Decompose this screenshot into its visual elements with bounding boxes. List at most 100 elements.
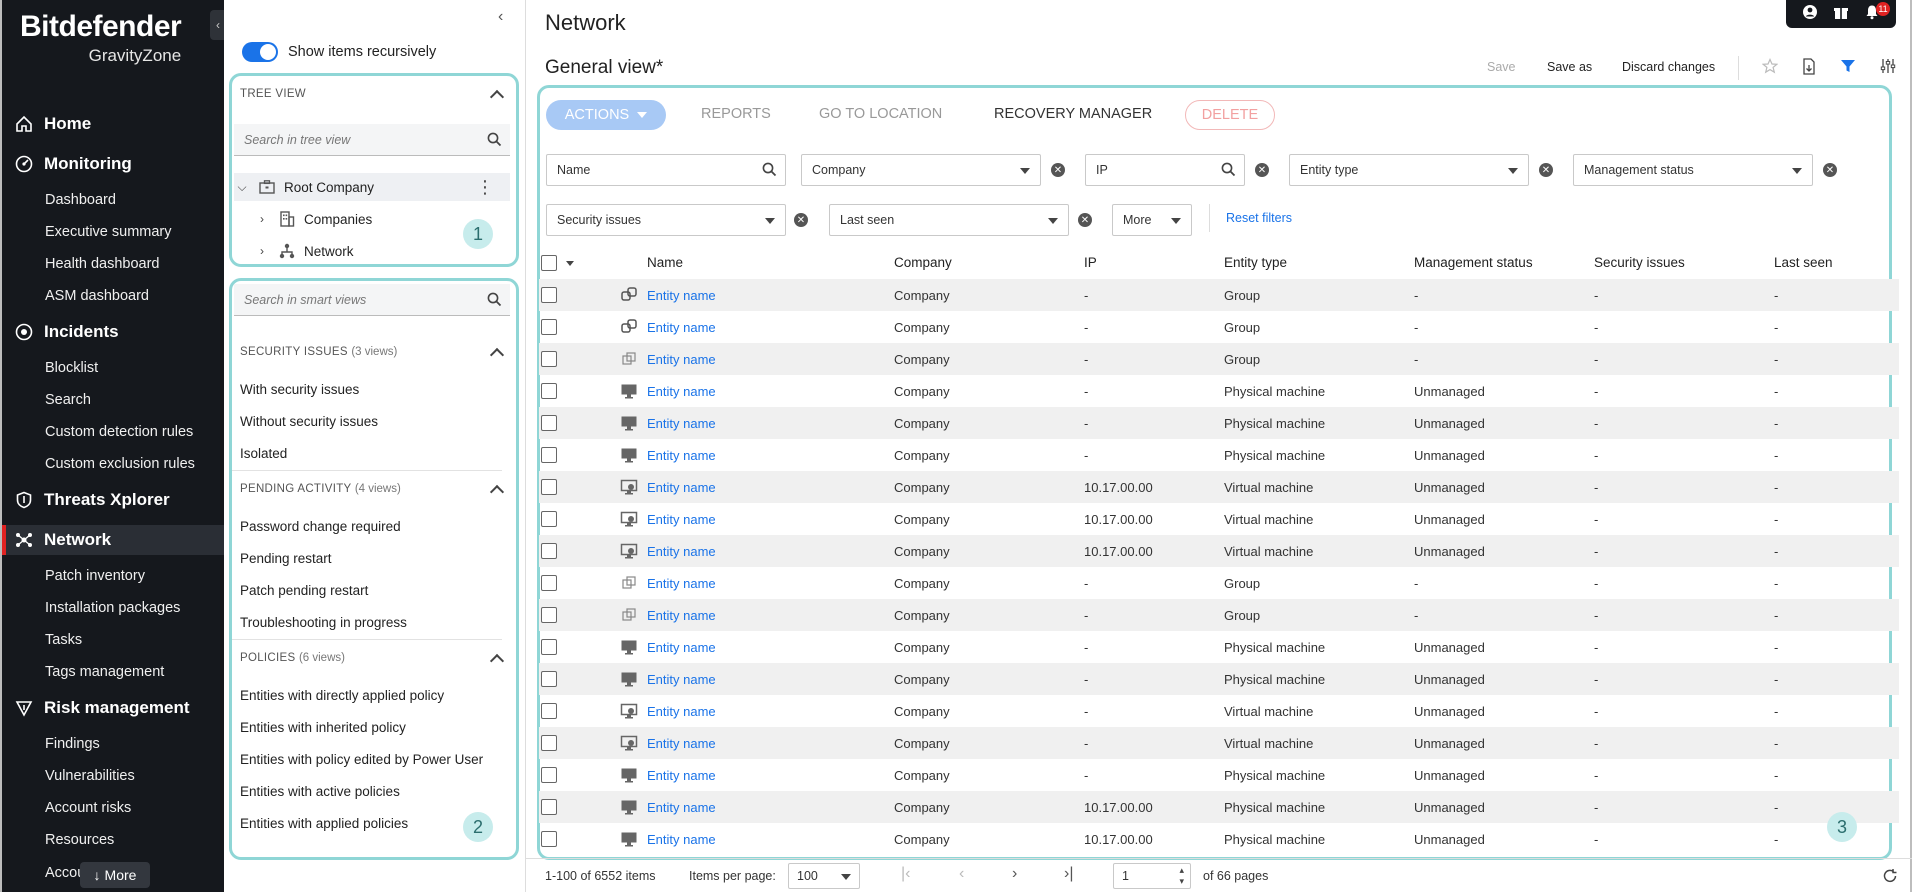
nav-item-account-risks[interactable]: Account risks (45, 797, 131, 819)
gift-icon[interactable] (1833, 4, 1849, 25)
select-all-checkbox[interactable] (541, 255, 557, 271)
table-row[interactable]: Entity name Company - Physical machine Unman… (539, 375, 1899, 407)
nav-home[interactable]: Home (2, 109, 224, 139)
filter-company-select[interactable]: Company (801, 154, 1041, 186)
smart-view-item[interactable]: With security issues (240, 382, 359, 397)
items-per-page-select[interactable]: 100 (788, 863, 860, 889)
column-header-name[interactable]: Name (647, 255, 683, 270)
entity-name-link[interactable]: Entity name (647, 480, 716, 495)
table-row[interactable]: Entity name Company - Group - - - (539, 279, 1899, 311)
row-checkbox[interactable] (541, 479, 557, 495)
entity-name-link[interactable]: Entity name (647, 288, 716, 303)
entity-name-link[interactable]: Entity name (647, 320, 716, 335)
group-security-issues-heading[interactable]: SECURITY ISSUES (3 views) (240, 346, 397, 358)
entity-name-link[interactable]: Entity name (647, 832, 716, 847)
entity-name-link[interactable]: Entity name (647, 384, 716, 399)
clear-filter-icon[interactable]: ✕ (1051, 163, 1065, 177)
nav-item-custom-detection-rules[interactable]: Custom detection rules (45, 421, 193, 443)
table-row[interactable]: Entity name Company - Physical machine Unman… (539, 439, 1899, 471)
clear-filter-icon[interactable]: ✕ (1539, 163, 1553, 177)
search-icon[interactable] (1221, 162, 1236, 180)
column-header-security-issues[interactable]: Security issues (1594, 255, 1685, 270)
brand-logo[interactable]: Bitdefender GravityZone (20, 10, 182, 65)
table-row[interactable]: Entity name Company - Group - - - (539, 311, 1899, 343)
search-icon[interactable] (762, 162, 777, 180)
nav-item-patch-inventory[interactable]: Patch inventory (45, 565, 145, 587)
table-row[interactable]: Entity name Company - Group - - - (539, 599, 1899, 631)
table-row[interactable]: Entity name Company - Physical machine Unman… (539, 631, 1899, 663)
nav-item-tags-management[interactable]: Tags management (45, 661, 164, 683)
nav-item-tasks[interactable]: Tasks (45, 629, 82, 651)
page-number-input[interactable]: 1 ▴ ▾ (1113, 863, 1191, 889)
column-header-company[interactable]: Company (894, 255, 952, 270)
row-checkbox[interactable] (541, 575, 557, 591)
entity-name-link[interactable]: Entity name (647, 576, 716, 591)
reset-filters-link[interactable]: Reset filters (1226, 211, 1292, 225)
row-checkbox[interactable] (541, 383, 557, 399)
entity-name-link[interactable]: Entity name (647, 768, 716, 783)
filter-icon[interactable] (1840, 58, 1856, 79)
row-checkbox[interactable] (541, 735, 557, 751)
nav-threats-xplorer[interactable]: Threats Xplorer (2, 485, 224, 515)
first-page-icon[interactable]: |‹ (901, 865, 910, 883)
row-checkbox[interactable] (541, 767, 557, 783)
column-header-entity-type[interactable]: Entity type (1224, 255, 1287, 270)
row-checkbox[interactable] (541, 287, 557, 303)
entity-name-link[interactable]: Entity name (647, 512, 716, 527)
chevron-right-icon[interactable]: › (254, 244, 270, 258)
row-checkbox[interactable] (541, 543, 557, 559)
entity-name-link[interactable]: Entity name (647, 608, 716, 623)
smart-view-item[interactable]: Pending restart (240, 551, 332, 566)
table-row[interactable]: Entity name Company - Physical machine Unman… (539, 759, 1899, 791)
kebab-menu-icon[interactable]: ⋮ (476, 177, 494, 198)
nav-item-custom-exclusion-rules[interactable]: Custom exclusion rules (45, 453, 195, 475)
row-checkbox[interactable] (541, 703, 557, 719)
table-row[interactable]: Entity name Company 10.17.00.00 Physical ma… (539, 791, 1899, 823)
more-filters-select[interactable]: More (1112, 204, 1192, 236)
entity-name-link[interactable]: Entity name (647, 416, 716, 431)
smart-view-item[interactable]: Entities with applied policies (240, 816, 408, 831)
search-icon[interactable] (487, 132, 502, 150)
entity-name-link[interactable]: Entity name (647, 736, 716, 751)
entity-name-link[interactable]: Entity name (647, 352, 716, 367)
smart-view-item[interactable]: Entities with directly applied policy (240, 688, 444, 703)
smart-view-item[interactable]: Without security issues (240, 414, 378, 429)
discard-changes-button[interactable]: Discard changes (1622, 60, 1715, 74)
nav-item-blocklist[interactable]: Blocklist (45, 357, 98, 379)
tree-search-input[interactable]: Search in tree view (234, 124, 510, 156)
nav-item-executive-summary[interactable]: Executive summary (45, 221, 172, 243)
export-file-icon[interactable] (1801, 58, 1817, 80)
filter-management-status-select[interactable]: Management status (1573, 154, 1813, 186)
nav-item-resources[interactable]: Resources (45, 829, 114, 851)
row-checkbox[interactable] (541, 447, 557, 463)
row-checkbox[interactable] (541, 831, 557, 847)
smart-view-item[interactable]: Patch pending restart (240, 583, 368, 598)
filter-security-issues-select[interactable]: Security issues (546, 204, 786, 236)
row-checkbox[interactable] (541, 511, 557, 527)
nav-item-vulnerabilities[interactable]: Vulnerabilities (45, 765, 135, 787)
table-row[interactable]: Entity name Company - Virtual machine Unmana… (539, 727, 1899, 759)
nav-risk-management[interactable]: Risk management (2, 693, 224, 723)
row-checkbox[interactable] (541, 415, 557, 431)
table-row[interactable]: Entity name Company 10.17.00.00 Virtual mac… (539, 535, 1899, 567)
group-pending-activity-heading[interactable]: PENDING ACTIVITY (4 views) (240, 483, 401, 495)
star-icon[interactable] (1761, 58, 1779, 79)
table-row[interactable]: Entity name Company 10.17.00.00 Physical ma… (539, 823, 1899, 855)
nav-network[interactable]: Network (2, 525, 224, 555)
column-header-ip[interactable]: IP (1084, 255, 1097, 270)
user-icon[interactable] (1802, 4, 1818, 25)
column-header-management-status[interactable]: Management status (1414, 255, 1533, 270)
entity-name-link[interactable]: Entity name (647, 448, 716, 463)
filter-entity-type-select[interactable]: Entity type (1289, 154, 1529, 186)
filter-last-seen-select[interactable]: Last seen (829, 204, 1069, 236)
column-header-last-seen[interactable]: Last seen (1774, 255, 1833, 270)
stepper-icon[interactable]: ▴ ▾ (1179, 865, 1184, 887)
row-checkbox[interactable] (541, 607, 557, 623)
row-checkbox[interactable] (541, 639, 557, 655)
refresh-icon[interactable] (1882, 868, 1898, 887)
reports-button[interactable]: REPORTS (701, 106, 771, 122)
smart-view-item[interactable]: Entities with policy edited by Power Use… (240, 752, 483, 767)
smart-view-item[interactable]: Isolated (240, 446, 287, 461)
entity-name-link[interactable]: Entity name (647, 640, 716, 655)
smart-view-item[interactable]: Entities with inherited policy (240, 720, 406, 735)
